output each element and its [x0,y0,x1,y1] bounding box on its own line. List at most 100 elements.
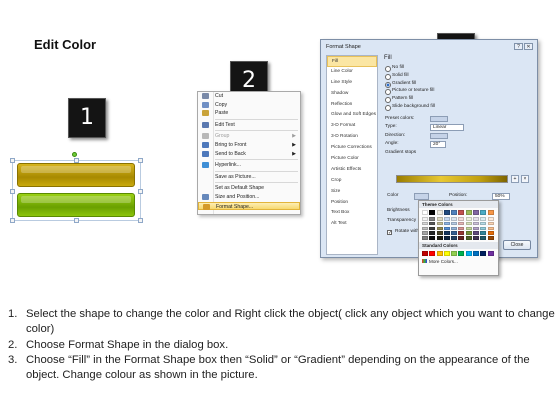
color-swatch[interactable] [465,231,472,235]
color-swatch[interactable] [436,217,443,221]
color-swatch[interactable] [429,217,436,221]
menu-item-edit-text[interactable]: Edit Text [198,121,300,130]
color-swatch[interactable] [465,226,472,231]
gradient-stops-bar[interactable] [396,175,508,183]
nav-item-line-style[interactable]: Line Style [327,78,377,89]
color-swatch[interactable] [487,226,494,231]
selected-shapes[interactable] [10,152,143,223]
color-swatch[interactable] [451,221,458,226]
color-swatch[interactable] [458,217,465,221]
radio-no-fill[interactable]: No fill [383,64,534,72]
nav-item-alt-text[interactable]: Alt Text [327,219,377,230]
nav-item-text-box[interactable]: Text Box [327,208,377,219]
color-swatch[interactable] [451,217,458,221]
color-swatch[interactable] [443,226,450,231]
nav-item-crop[interactable]: Crop [327,176,377,187]
color-swatch[interactable] [480,226,487,231]
color-swatch[interactable] [473,236,480,240]
color-swatch[interactable] [429,221,436,226]
color-swatch[interactable] [473,221,480,226]
menu-item-save-as-picture[interactable]: Save as Picture... [198,173,300,182]
menu-item-cut[interactable]: Cut [198,92,300,101]
resize-handle[interactable] [138,218,143,223]
color-dropdown[interactable] [414,193,429,200]
color-swatch[interactable] [480,221,487,226]
color-swatch[interactable] [429,250,436,256]
color-swatch[interactable] [451,226,458,231]
color-swatch[interactable] [422,231,428,235]
color-swatch[interactable] [487,250,494,256]
help-icon[interactable]: ? [514,43,523,50]
color-swatch[interactable] [473,210,480,215]
color-swatch[interactable] [473,250,480,256]
menu-item-hyperlink[interactable]: Hyperlink... [198,161,300,170]
nav-item-fill[interactable]: Fill [327,56,377,67]
nav-item-size[interactable]: Size [327,187,377,198]
color-swatch[interactable] [443,210,450,215]
nav-item-3d-format[interactable]: 3-D Format [327,121,377,132]
color-swatch[interactable] [465,210,472,215]
nav-item-glow[interactable]: Glow and Soft Edges [327,110,377,121]
close-button[interactable]: Close [503,240,531,250]
color-swatch[interactable] [443,231,450,235]
radio-pattern-fill[interactable]: Pattern fill [383,95,534,103]
color-swatch[interactable] [487,210,494,215]
color-swatch[interactable] [473,217,480,221]
color-swatch[interactable] [422,226,428,231]
color-swatch[interactable] [465,236,472,240]
color-swatch[interactable] [429,226,436,231]
color-swatch[interactable] [458,226,465,231]
color-swatch[interactable] [480,231,487,235]
radio-picture-fill[interactable]: Picture or texture fill [383,87,534,96]
resize-handle[interactable] [10,158,15,163]
color-swatch[interactable] [487,236,494,240]
color-swatch[interactable] [458,236,465,240]
menu-item-bring-to-front[interactable]: Bring to Front ▶ [198,141,300,150]
preset-colors-dropdown[interactable] [430,115,448,123]
color-swatch[interactable] [451,250,458,256]
radio-slide-background-fill[interactable]: Slide background fill [383,103,534,111]
more-colors-link[interactable]: More Colors... [419,258,498,265]
color-swatch[interactable] [436,236,443,240]
color-swatch[interactable] [436,250,443,256]
menu-item-send-to-back[interactable]: Send to Back ▶ [198,150,300,159]
nav-item-line-color[interactable]: Line Color [327,67,377,78]
menu-item-paste[interactable]: Paste [198,109,300,118]
color-swatch[interactable] [473,226,480,231]
radio-solid-fill[interactable]: Solid fill [383,72,534,80]
resize-handle[interactable] [138,189,143,194]
color-swatch[interactable] [465,217,472,221]
color-swatch[interactable] [458,231,465,235]
color-swatch[interactable] [429,231,436,235]
resize-handle[interactable] [10,189,15,194]
nav-item-position[interactable]: Position [327,198,377,209]
color-swatch[interactable] [429,236,436,240]
color-swatch[interactable] [422,210,428,215]
add-stop-icon[interactable]: + [511,175,519,183]
color-swatch[interactable] [451,210,458,215]
nav-item-picture-corrections[interactable]: Picture Corrections [327,143,377,154]
color-swatch[interactable] [451,231,458,235]
close-icon[interactable]: ✕ [524,43,533,50]
color-swatch[interactable] [487,221,494,226]
position-input[interactable]: 50% [492,193,510,200]
color-swatch[interactable] [422,236,428,240]
radio-gradient-fill[interactable]: Gradient fill [383,80,534,88]
color-swatch[interactable] [458,210,465,215]
color-swatch[interactable] [436,226,443,231]
menu-item-format-shape[interactable]: Format Shape... [198,201,300,211]
color-swatch[interactable] [465,221,472,226]
color-swatch[interactable] [458,221,465,226]
color-swatch[interactable] [451,236,458,240]
color-swatch[interactable] [458,250,465,256]
rotation-handle[interactable] [72,152,77,157]
color-swatch[interactable] [443,221,450,226]
color-swatch[interactable] [443,217,450,221]
color-swatch[interactable] [487,217,494,221]
color-swatch[interactable] [480,236,487,240]
color-swatch[interactable] [429,210,436,215]
remove-stop-icon[interactable]: × [521,175,529,183]
nav-item-artistic-effects[interactable]: Artistic Effects [327,165,377,176]
nav-item-shadow[interactable]: Shadow [327,89,377,100]
color-swatch[interactable] [487,231,494,235]
